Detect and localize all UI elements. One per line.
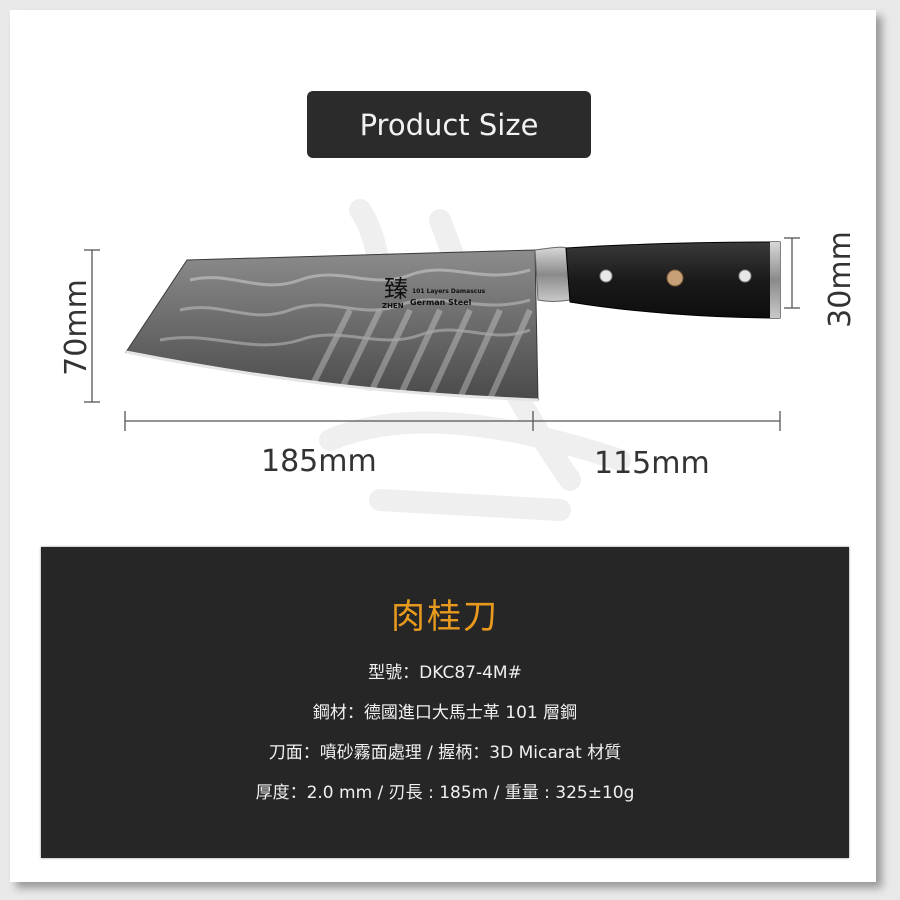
blade-layers: 101 Layers Damascus <box>412 288 486 295</box>
knife-bolster <box>534 246 571 302</box>
blade-steel: German Steel <box>410 298 472 307</box>
blade-length-label: 185mm <box>261 444 377 479</box>
spec-list: 型號：DKC87-4M# 鋼材：德國進口大馬士革 101 層鋼 刀面：噴砂霧面處… <box>41 660 849 820</box>
handle-rivet <box>738 269 752 283</box>
blade-height-label: 70mm <box>58 279 94 376</box>
blade-logo-char: 臻 <box>384 275 408 303</box>
knife-illustration: 臻 ZHEN 101 Layers Damascus German Steel <box>84 237 800 431</box>
product-name: 肉桂刀 <box>391 597 499 637</box>
product-card: Product Size 臻 ZHEN 101 Layers Damascus … <box>10 10 876 882</box>
handle-height-label: 30mm <box>822 231 858 328</box>
handle-end-cap <box>770 242 780 318</box>
blade-brand: ZHEN <box>382 302 404 310</box>
spec-steel: 鋼材：德國進口大馬士革 101 層鋼 <box>312 703 578 723</box>
spec-thickness-length-weight: 厚度：2.0 mm / 刃長 : 185m / 重量 : 325±10g <box>255 783 635 803</box>
handle-rivet <box>599 269 613 283</box>
spec-finish-handle: 刀面：噴砂霧面處理 / 握柄：3D Micarat 材質 <box>268 743 622 763</box>
handle-rivet <box>666 269 684 287</box>
spec-panel: 肉桂刀 型號：DKC87-4M# 鋼材：德國進口大馬士革 101 層鋼 刀面：噴… <box>41 547 849 858</box>
handle-length-label: 115mm <box>594 446 710 481</box>
spec-model: 型號：DKC87-4M# <box>368 663 522 683</box>
